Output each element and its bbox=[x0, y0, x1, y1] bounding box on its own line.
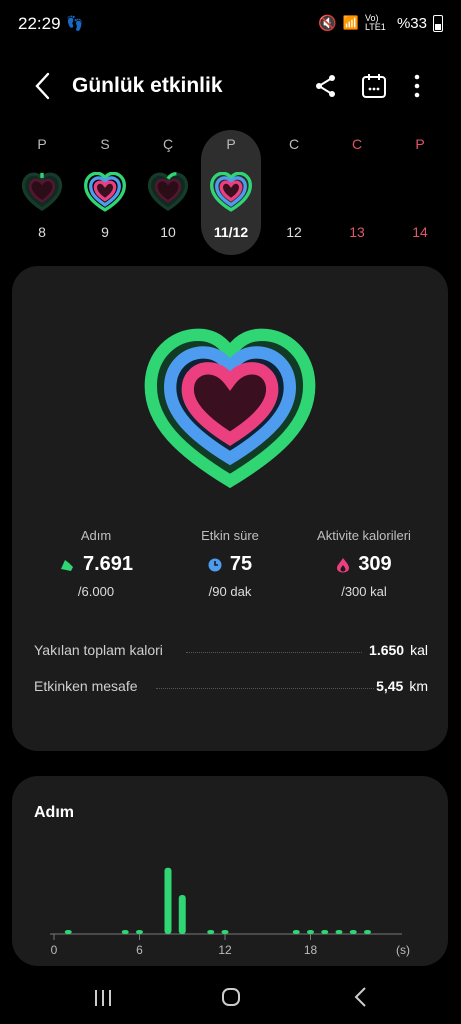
steps-bar bbox=[121, 930, 129, 934]
activity-calories-goal: /300 kal bbox=[341, 584, 387, 599]
day-13[interactable]: C 13 bbox=[327, 130, 387, 255]
x-tick-label: 6 bbox=[136, 943, 143, 957]
activity-heart-icon bbox=[210, 172, 252, 212]
day-number: 13 bbox=[349, 224, 365, 240]
calendar-icon[interactable] bbox=[360, 72, 388, 100]
total-calories-label: Yakılan toplam kalori bbox=[34, 642, 163, 658]
day-letter: Ç bbox=[162, 136, 174, 152]
wifi-icon: 📶 bbox=[342, 15, 359, 30]
activity-calories-value: 309 bbox=[358, 553, 392, 575]
status-bar: 22:29 👣 🔇 📶 Vo) LTE1 %33 bbox=[0, 0, 461, 50]
status-time: 22:29 bbox=[18, 14, 61, 33]
steps-bar bbox=[164, 867, 172, 934]
day-number: 9 bbox=[101, 224, 109, 240]
steps-bar bbox=[136, 930, 143, 934]
steps-value: 7.691 bbox=[82, 553, 134, 575]
steps-bar bbox=[178, 895, 186, 934]
day-number: 8 bbox=[38, 224, 46, 240]
flame-icon bbox=[337, 557, 350, 572]
steps-goal: /6.000 bbox=[77, 584, 115, 599]
steps-bar bbox=[321, 930, 329, 934]
battery-icon bbox=[433, 14, 443, 32]
back-nav-icon[interactable] bbox=[346, 982, 376, 1012]
active-distance-unit: km bbox=[409, 678, 428, 694]
day-letter: P bbox=[415, 136, 425, 152]
steps-bar bbox=[207, 930, 215, 934]
active-time-label: Etkin süre bbox=[201, 528, 259, 543]
daily-summary-card[interactable]: Adım 7.691 /6.000 Etkin süre 75 /90 dak … bbox=[12, 266, 448, 751]
total-calories-value: 1.650 bbox=[369, 642, 405, 658]
day-9[interactable]: S 9 bbox=[75, 130, 135, 255]
status-icons: 🔇 📶 Vo) LTE1 %33 bbox=[318, 14, 443, 32]
page-title: Günlük etkinlik bbox=[72, 74, 223, 97]
app-header: Günlük etkinlik bbox=[0, 60, 461, 114]
battery-text: %33 bbox=[396, 14, 427, 32]
dotted-leader bbox=[186, 652, 362, 653]
day-number: 10 bbox=[160, 224, 176, 240]
steps-label: Adım bbox=[80, 528, 112, 543]
day-number: 12 bbox=[286, 224, 302, 240]
steps-bar bbox=[349, 930, 357, 934]
mute-icon: 🔇 bbox=[318, 15, 337, 32]
day-8[interactable]: P 8 bbox=[12, 130, 72, 255]
day-12[interactable]: C 12 bbox=[264, 130, 324, 255]
week-selector: P 8 S 9 Ç 10 P 11/12 C 12 C 13 P 14 bbox=[10, 130, 450, 260]
active-distance-value: 5,45 bbox=[376, 678, 404, 694]
day-14[interactable]: P 14 bbox=[390, 130, 450, 255]
day-number: 14 bbox=[412, 224, 428, 240]
steps-chart-card[interactable]: Adım 0 6 12 18 (s) bbox=[12, 776, 448, 966]
active-time-value: 75 bbox=[229, 553, 253, 575]
network-label: Vo) LTE1 bbox=[364, 13, 386, 32]
steps-bar bbox=[64, 930, 72, 934]
day-11-selected[interactable]: P 11/12 bbox=[201, 130, 261, 255]
home-icon[interactable] bbox=[216, 982, 246, 1012]
active-distance-label: Etkinken mesafe bbox=[34, 678, 138, 694]
activity-heart-icon bbox=[147, 172, 189, 212]
navigation-bar bbox=[0, 970, 461, 1024]
footsteps-icon: 👣 bbox=[66, 15, 84, 31]
active-time-goal: /90 dak bbox=[208, 584, 252, 599]
day-letter: C bbox=[288, 136, 300, 152]
activity-calories-label: Aktivite kalorileri bbox=[317, 528, 411, 543]
x-unit-label: (s) bbox=[396, 943, 410, 957]
total-calories-unit: kal bbox=[410, 642, 428, 658]
day-letter: C bbox=[351, 136, 363, 152]
day-letter: P bbox=[37, 136, 47, 152]
x-tick-label: 0 bbox=[51, 943, 58, 957]
day-letter: S bbox=[100, 136, 110, 152]
steps-bar bbox=[221, 930, 229, 934]
more-icon[interactable] bbox=[403, 72, 431, 100]
x-tick-label: 12 bbox=[218, 943, 232, 957]
dotted-leader bbox=[156, 688, 374, 689]
steps-bar bbox=[364, 930, 371, 934]
steps-stat: Adım 7.691 /6.000 bbox=[26, 528, 166, 599]
steps-bar bbox=[307, 930, 314, 934]
steps-bar bbox=[335, 930, 343, 934]
active-distance-row: Etkinken mesafe 5,45 km bbox=[34, 678, 428, 698]
day-letter: P bbox=[226, 136, 236, 152]
steps-bar bbox=[292, 930, 300, 934]
total-calories-row: Yakılan toplam kalori 1.650 kal bbox=[34, 642, 428, 662]
activity-heart-icon bbox=[84, 172, 126, 212]
recent-apps-icon[interactable] bbox=[88, 982, 118, 1012]
clock-icon bbox=[208, 558, 222, 571]
back-icon[interactable] bbox=[30, 70, 58, 102]
activity-heart-icon bbox=[21, 172, 63, 212]
activity-rings-heart-icon bbox=[144, 328, 316, 488]
shoe-icon bbox=[60, 559, 73, 571]
day-number: 11/12 bbox=[213, 224, 249, 240]
steps-bar-chart: 0 6 12 18 (s) bbox=[50, 867, 410, 957]
day-10[interactable]: Ç 10 bbox=[138, 130, 198, 255]
share-icon[interactable] bbox=[312, 72, 340, 100]
active-time-stat: Etkin süre 75 /90 dak bbox=[160, 528, 300, 599]
x-tick-label: 18 bbox=[304, 943, 318, 957]
activity-calories-stat: Aktivite kalorileri 309 /300 kal bbox=[294, 528, 434, 599]
